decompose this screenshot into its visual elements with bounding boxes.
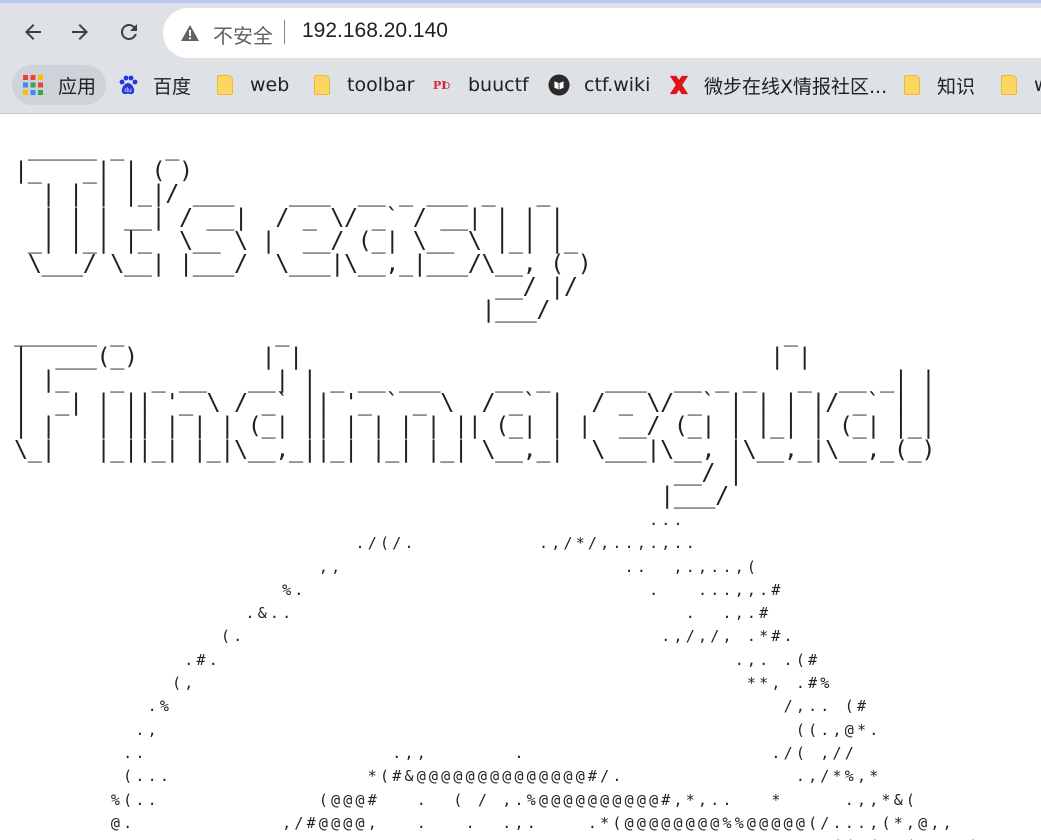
reload-button[interactable]: [111, 14, 147, 50]
bookmarks-bar: 应用 du 百度 web toolbar PI D buuctf ctf.wik…: [0, 62, 1041, 110]
ascii-banner-text: _____ _ _ |_ _| | ( ) | | | |_|/ ___ ___…: [14, 133, 936, 510]
forward-arrow-icon: [72, 24, 88, 40]
bookmark-label: 知识: [937, 75, 976, 98]
address-separator: [284, 20, 285, 44]
ctf-wiki-icon: [548, 74, 570, 96]
folder-icon: [998, 74, 1020, 96]
bookmark-label: web: [250, 74, 290, 96]
svg-text:du: du: [124, 87, 132, 94]
apps-grid-icon: [22, 74, 44, 96]
bookmark-folder-toolbar[interactable]: toolbar: [311, 65, 415, 105]
url-text[interactable]: 192.168.20.140: [302, 19, 448, 43]
bookmark-buuctf[interactable]: PI D buuctf: [432, 65, 529, 105]
bookmark-label: 应用: [58, 75, 97, 98]
buuctf-icon: PI D: [432, 74, 454, 96]
bookmark-folder-w[interactable]: w: [998, 65, 1041, 105]
page-content: _____ _ _ |_ _| | ( ) | | | |_|/ ___ ___…: [0, 114, 1041, 840]
address-bar[interactable]: 不安全 192.168.20.140: [163, 8, 1041, 58]
bookmark-label: ctf.wiki: [584, 74, 651, 96]
bookmark-label: toolbar: [347, 74, 415, 96]
forward-button[interactable]: [62, 14, 98, 50]
reload-icon: [120, 23, 137, 40]
back-arrow-icon: [25, 24, 41, 40]
bookmark-threatbook[interactable]: 微步在线X情报社区...: [668, 65, 887, 105]
bookmark-label: w: [1034, 74, 1041, 96]
folder-icon: [214, 74, 236, 96]
bookmark-baidu[interactable]: du 百度: [117, 65, 191, 105]
baidu-paw-icon: du: [117, 74, 139, 96]
threatbook-x-icon: [668, 74, 690, 96]
bookmark-ctf-wiki[interactable]: ctf.wiki: [548, 65, 650, 105]
folder-icon: [311, 74, 333, 96]
bookmark-folder-web[interactable]: web: [214, 65, 289, 105]
warning-triangle-icon: [181, 25, 199, 41]
back-button[interactable]: [15, 14, 51, 50]
bookmark-apps[interactable]: 应用: [12, 65, 107, 105]
ascii-logo-art: ... ./(/. .,/*/,..,.,.. ,, .. ,.,..,( %.…: [99, 511, 976, 840]
bookmark-label: 百度: [153, 75, 192, 98]
window-top-border: [0, 0, 1041, 3]
security-status-label[interactable]: 不安全: [213, 20, 273, 49]
bookmark-label: 微步在线X情报社区...: [704, 75, 888, 98]
svg-text:D: D: [443, 82, 450, 92]
folder-icon: [901, 74, 923, 96]
browser-chrome: 不安全 192.168.20.140 应用 du 百度 web toolbar …: [0, 0, 1041, 114]
bookmark-folder-knowledge[interactable]: 知识: [901, 65, 975, 105]
bookmark-label: buuctf: [468, 74, 529, 96]
